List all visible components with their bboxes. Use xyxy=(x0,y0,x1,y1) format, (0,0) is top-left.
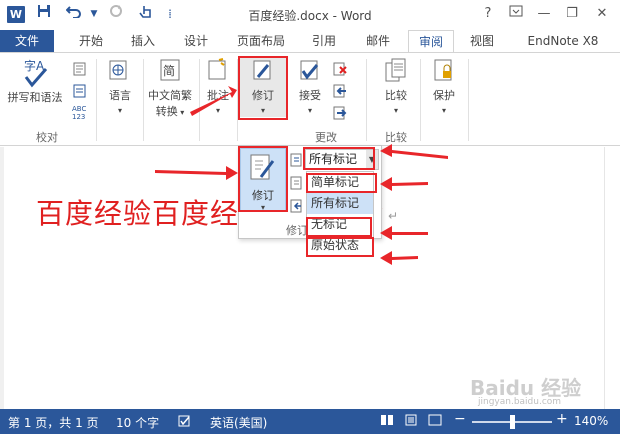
zoom-out-button[interactable]: − xyxy=(454,411,466,427)
page-count[interactable]: 第 1 页，共 1 页 xyxy=(8,414,99,431)
zoom-slider-thumb[interactable] xyxy=(510,415,515,429)
zoom-level[interactable]: 140% xyxy=(574,414,608,428)
word-count[interactable]: 10 个字 xyxy=(116,414,159,431)
annotation-arrows xyxy=(155,86,448,265)
status-bar: 第 1 页，共 1 页 10 个字 英语(美国) − + 140% xyxy=(0,409,620,434)
print-layout-icon[interactable] xyxy=(404,414,418,429)
language-status[interactable]: 英语(美国) xyxy=(210,414,267,431)
zoom-in-button[interactable]: + xyxy=(556,411,568,427)
proofing-status-icon[interactable] xyxy=(178,414,192,431)
read-mode-icon[interactable] xyxy=(380,414,394,429)
web-layout-icon[interactable] xyxy=(428,414,442,429)
watermark-url: jingyan.baidu.com xyxy=(478,397,562,407)
